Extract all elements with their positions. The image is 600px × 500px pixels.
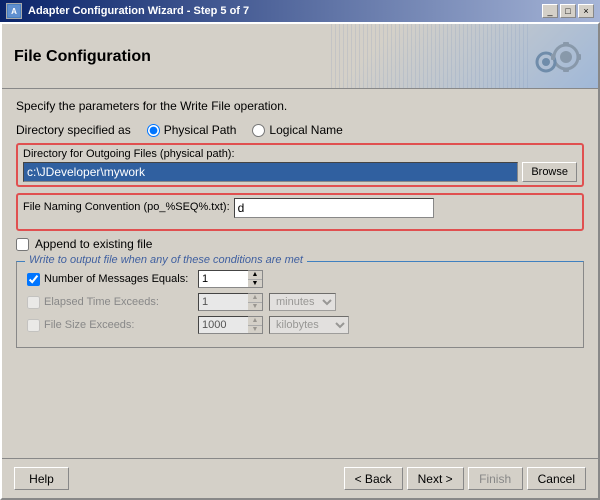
next-button[interactable]: Next > — [407, 467, 464, 490]
app-icon: A — [6, 3, 22, 19]
condition-text-1: Elapsed Time Exceeds: — [44, 296, 159, 308]
help-button[interactable]: Help — [14, 467, 69, 490]
spin-input-2[interactable] — [198, 316, 248, 334]
group-box-title: Write to output file when any of these c… — [25, 254, 307, 266]
browse-button[interactable]: Browse — [522, 162, 577, 182]
maximize-button[interactable]: □ — [560, 4, 576, 18]
dir-spec-label: Directory specified as — [16, 123, 131, 137]
physical-path-radio[interactable] — [147, 124, 160, 137]
dialog: File Configuration Specify the parameter… — [0, 22, 600, 500]
physical-path-radio-label[interactable]: Physical Path — [147, 123, 237, 137]
directory-field-group: Directory for Outgoing Files (physical p… — [16, 143, 584, 187]
spin-down-0[interactable]: ▼ — [248, 280, 262, 288]
spin-arrows-1: ▲ ▼ — [248, 293, 263, 311]
footer-left: Help — [14, 467, 69, 490]
append-checkbox[interactable] — [16, 238, 29, 251]
svg-text:A: A — [11, 7, 17, 16]
dialog-content: Specify the parameters for the Write Fil… — [2, 89, 598, 458]
spin-up-2[interactable]: ▲ — [248, 317, 262, 326]
file-naming-label: File Naming Convention (po_%SEQ%.txt): — [23, 201, 230, 213]
dialog-header: File Configuration — [2, 24, 598, 89]
physical-path-label: Physical Path — [164, 123, 237, 137]
close-button[interactable]: × — [578, 4, 594, 18]
condition-checkbox-1[interactable] — [27, 296, 40, 309]
spin-group-2: ▲ ▼ — [198, 316, 263, 334]
directory-input[interactable] — [23, 162, 518, 182]
condition-row-2: File Size Exceeds: ▲ ▼ kilobytes bytes m… — [27, 316, 573, 334]
title-bar: A Adapter Configuration Wizard - Step 5 … — [0, 0, 600, 22]
spin-arrows-2: ▲ ▼ — [248, 316, 263, 334]
description-text: Specify the parameters for the Write Fil… — [16, 99, 584, 113]
file-size-dropdown[interactable]: kilobytes bytes megabytes — [269, 316, 349, 334]
spin-down-1[interactable]: ▼ — [248, 303, 262, 311]
file-naming-input[interactable] — [234, 198, 434, 218]
finish-button[interactable]: Finish — [468, 467, 523, 490]
elapsed-time-dropdown[interactable]: minutes seconds hours — [269, 293, 336, 311]
title-bar-controls: _ □ × — [542, 4, 594, 18]
radio-group: Directory specified as Physical Path Log… — [16, 123, 584, 137]
directory-field-label: Directory for Outgoing Files (physical p… — [23, 148, 577, 160]
directory-input-row: Browse — [23, 162, 577, 182]
condition-text-2: File Size Exceeds: — [44, 319, 134, 331]
footer-right: < Back Next > Finish Cancel — [344, 467, 586, 490]
condition-label-2: File Size Exceeds: — [27, 319, 192, 332]
logical-name-label: Logical Name — [269, 123, 342, 137]
spin-group-0: ▲ ▼ — [198, 270, 263, 288]
gear-icon — [526, 32, 586, 82]
condition-row-1: Elapsed Time Exceeds: ▲ ▼ minutes second… — [27, 293, 573, 311]
condition-text-0: Number of Messages Equals: — [44, 273, 188, 285]
append-checkbox-row: Append to existing file — [16, 237, 584, 251]
dialog-title: File Configuration — [14, 48, 151, 66]
logical-name-radio[interactable] — [252, 124, 265, 137]
conditions-group: Write to output file when any of these c… — [16, 261, 584, 348]
spin-input-1[interactable] — [198, 293, 248, 311]
spin-group-1: ▲ ▼ — [198, 293, 263, 311]
spin-down-2[interactable]: ▼ — [248, 326, 262, 334]
spin-up-1[interactable]: ▲ — [248, 294, 262, 303]
condition-checkbox-0[interactable] — [27, 273, 40, 286]
append-label: Append to existing file — [35, 237, 152, 251]
condition-label-1: Elapsed Time Exceeds: — [27, 296, 192, 309]
file-naming-field-group: File Naming Convention (po_%SEQ%.txt): — [16, 193, 584, 231]
condition-row-0: Number of Messages Equals: ▲ ▼ — [27, 270, 573, 288]
title-bar-text: Adapter Configuration Wizard - Step 5 of… — [28, 5, 249, 17]
header-bg — [328, 24, 528, 88]
file-naming-input-row: File Naming Convention (po_%SEQ%.txt): — [23, 198, 577, 218]
logical-name-radio-label[interactable]: Logical Name — [252, 123, 342, 137]
spin-input-0[interactable] — [198, 270, 248, 288]
cancel-button[interactable]: Cancel — [527, 467, 586, 490]
back-button[interactable]: < Back — [344, 467, 403, 490]
spin-arrows-0: ▲ ▼ — [248, 270, 263, 288]
condition-label-0: Number of Messages Equals: — [27, 273, 192, 286]
minimize-button[interactable]: _ — [542, 4, 558, 18]
dialog-footer: Help < Back Next > Finish Cancel — [2, 458, 598, 498]
spin-up-0[interactable]: ▲ — [248, 271, 262, 280]
condition-checkbox-2[interactable] — [27, 319, 40, 332]
